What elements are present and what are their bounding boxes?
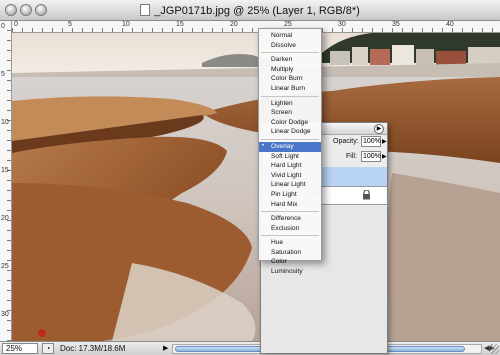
lock-icon (363, 190, 370, 200)
vertical-ruler[interactable]: 0 5 10 15 20 25 30 (0, 21, 12, 341)
ruler-number: 0 (14, 21, 18, 28)
ruler-number: 25 (284, 21, 292, 28)
blend-mode-soft-light[interactable]: Soft Light (259, 152, 321, 162)
blend-mode-difference[interactable]: Difference (259, 214, 321, 224)
menu-item-label: Saturation (271, 248, 302, 256)
menu-item-label: Lighten (271, 99, 293, 107)
blend-mode-saturation[interactable]: Saturation (259, 248, 321, 258)
blend-mode-normal[interactable]: Normal (259, 31, 321, 41)
ruler-number: 40 (446, 21, 454, 28)
menu-item-label: Vivid Light (271, 171, 302, 179)
menu-item-label: Color (271, 258, 287, 266)
menu-item-label: Color Dodge (271, 118, 309, 126)
ruler-number: 5 (1, 71, 5, 78)
ruler-number: 5 (68, 21, 72, 28)
menu-item-label: Dissolve (271, 41, 296, 49)
blend-mode-pin-light[interactable]: Pin Light (259, 190, 321, 200)
beach-photo (12, 33, 500, 341)
blend-mode-luminosity[interactable]: Luminosity (259, 267, 321, 277)
checkmark-icon: • (262, 142, 265, 149)
blend-mode-overlay[interactable]: • Overlay (259, 141, 321, 152)
ruler-number: 15 (1, 167, 9, 174)
fill-input[interactable]: 100% (361, 151, 381, 162)
blend-mode-screen[interactable]: Screen (259, 108, 321, 118)
blend-mode-color-burn[interactable]: Color Burn (259, 74, 321, 84)
blend-mode-dissolve[interactable]: Dissolve (259, 41, 321, 51)
ruler-number: 0 (1, 23, 5, 30)
ruler-number: 35 (392, 21, 400, 28)
ruler-number: 30 (1, 311, 9, 318)
blend-mode-hard-light[interactable]: Hard Light (259, 161, 321, 171)
ruler-number: 10 (1, 119, 9, 126)
ruler-number: 20 (230, 21, 238, 28)
blend-mode-vivid-light[interactable]: Vivid Light (259, 171, 321, 181)
ruler-number: 30 (338, 21, 346, 28)
menu-item-label: Overlay (271, 142, 294, 150)
ruler-number: 10 (122, 21, 130, 28)
menu-item-label: Screen (271, 109, 292, 117)
zoom-level-field[interactable]: 25% (2, 343, 38, 354)
menu-item-label: Linear Light (271, 181, 306, 189)
menu-item-label: Soft Light (271, 152, 299, 160)
horizontal-ruler[interactable]: 051015202530354045 (12, 21, 500, 33)
menu-item-label: Hard Mix (271, 200, 298, 208)
status-menu-arrow-icon[interactable]: ▶ (163, 344, 168, 352)
menu-item-label: Multiply (271, 65, 294, 73)
blend-mode-linear-burn[interactable]: Linear Burn (259, 84, 321, 94)
menu-item-label: Linear Burn (271, 84, 306, 92)
ruler-number: 25 (1, 263, 9, 270)
document-title: _JGP0171b.jpg @ 25% (Layer 1, RGB/8*) (0, 4, 500, 17)
menu-item-label: Exclusion (271, 224, 300, 232)
blend-mode-hue[interactable]: Hue (259, 238, 321, 248)
blend-mode-darken[interactable]: Darken (259, 55, 321, 65)
blend-mode-multiply[interactable]: Multiply (259, 65, 321, 75)
menu-item-label: Luminosity (271, 268, 303, 276)
opacity-arrow-icon[interactable]: ▶ (382, 138, 387, 145)
menu-item-label: Darken (271, 56, 293, 64)
fill-label: Fill: (346, 153, 357, 160)
blend-mode-lighten[interactable]: Lighten (259, 99, 321, 109)
opacity-input[interactable]: 100% (361, 136, 381, 147)
document-title-text: _JGP0171b.jpg @ 25% (Layer 1, RGB/8*) (154, 5, 360, 17)
blend-mode-hard-mix[interactable]: Hard Mix (259, 200, 321, 210)
menu-item-label: Normal (271, 32, 293, 39)
palette-menu-triangle-icon[interactable]: ▶ (374, 124, 384, 134)
blend-mode-linear-dodge[interactable]: Linear Dodge (259, 127, 321, 137)
opacity-label: Opacity: (333, 138, 359, 145)
ruler-number: 15 (176, 21, 184, 28)
image-canvas[interactable] (12, 33, 500, 341)
navigator-icon[interactable]: ◔ (42, 343, 54, 354)
menu-item-label: Hue (271, 239, 284, 247)
blend-mode-linear-light[interactable]: Linear Light (259, 180, 321, 190)
blend-mode-color[interactable]: Color (259, 257, 321, 267)
window-titlebar: _JGP0171b.jpg @ 25% (Layer 1, RGB/8*) (0, 0, 500, 21)
window-resize-grip[interactable] (489, 344, 499, 354)
ruler-number: 20 (1, 215, 9, 222)
menu-item-label: Difference (271, 215, 301, 223)
blend-mode-menu[interactable]: Normal Dissolve Darken Multiply Color Burn Li… (258, 28, 322, 275)
menu-item-label: Pin Light (271, 190, 297, 198)
menu-item-label: Linear Dodge (271, 128, 311, 136)
document-size-info: Doc: 17.3M/18.6M (60, 344, 126, 353)
blend-mode-exclusion[interactable]: Exclusion (259, 224, 321, 234)
menu-item-label: Color Burn (271, 75, 303, 83)
fill-arrow-icon[interactable]: ▶ (382, 153, 387, 160)
blend-mode-color-dodge[interactable]: Color Dodge (259, 118, 321, 128)
document-file-icon (140, 4, 151, 16)
status-bar: 25% ◔ Doc: 17.3M/18.6M ▶ ◀▶ (0, 341, 500, 355)
menu-item-label: Hard Light (271, 162, 302, 170)
